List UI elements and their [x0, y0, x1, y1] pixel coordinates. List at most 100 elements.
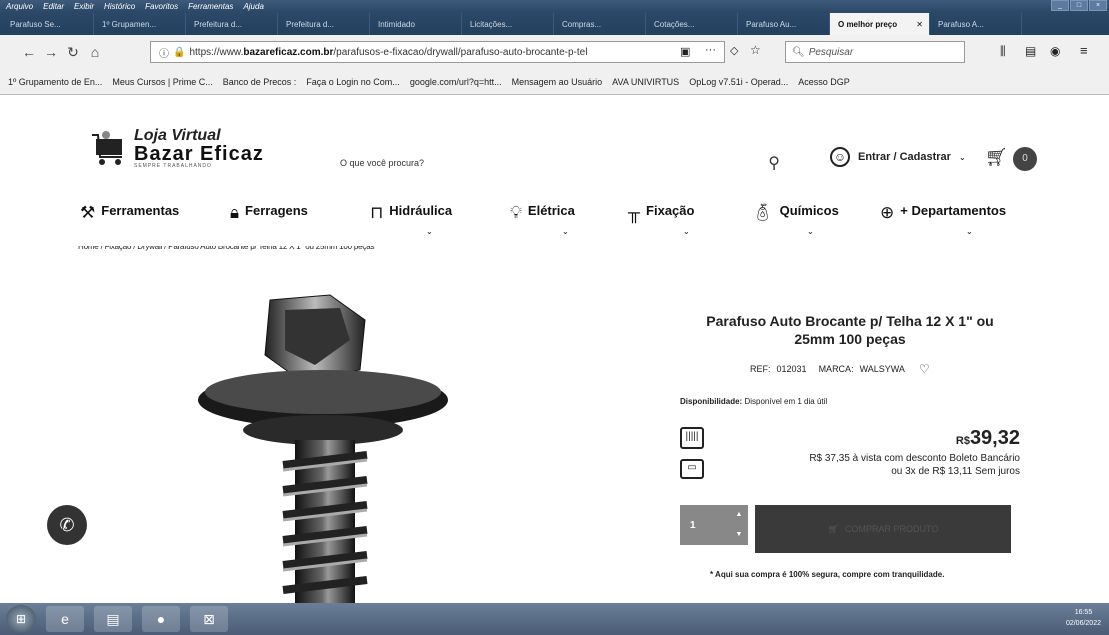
tab-label: Prefeitura d...	[286, 19, 335, 29]
close-tab-icon[interactable]: ✕	[916, 20, 923, 29]
pocket-icon[interactable]: ◇	[730, 44, 738, 57]
logo-line-2: Bazar Eficaz	[134, 143, 264, 165]
reload-icon[interactable]: ↻	[62, 44, 84, 61]
bookmark-star-icon[interactable]: ☆	[750, 43, 761, 57]
bookmark-item[interactable]: 1º Grupamento de En...	[8, 77, 102, 87]
site-search-input[interactable]: O que você procura? ⚲	[340, 150, 780, 176]
bookmark-item[interactable]: Meus Cursos | Prime C...	[112, 77, 212, 87]
quantity-value: 1	[690, 519, 696, 531]
firefox-icon[interactable]: ●	[142, 606, 180, 632]
chevron-down-icon: ⌄	[807, 227, 814, 236]
file-explorer-icon[interactable]: ▤	[94, 606, 132, 632]
minimize-button[interactable]: _	[1051, 0, 1069, 11]
close-window-button[interactable]: ×	[1089, 0, 1107, 11]
brand-label: MARCA:	[818, 364, 854, 374]
spray-icon: 🧴︎	[752, 203, 774, 222]
browser-tab[interactable]: Parafuso A...	[930, 13, 1022, 35]
back-icon[interactable]: ←	[18, 44, 40, 60]
bulb-icon: 💡︎	[510, 203, 522, 222]
site-logo[interactable]: Loja Virtual Bazar Eficaz SEMPRE TRABALH…	[90, 127, 264, 169]
bookmark-item[interactable]: AVA UNIVIRTUS	[612, 77, 679, 87]
browser-tab[interactable]: Prefeitura d...	[278, 13, 370, 35]
lock-icon: 🔒︎	[230, 203, 240, 222]
product-price: R$39,32	[956, 427, 1020, 450]
browser-tab[interactable]: Parafuso Se...	[2, 13, 94, 35]
home-icon[interactable]: ⌂	[84, 44, 106, 60]
category-departamentos[interactable]: ⊕ + Departamentos ⌄	[880, 203, 1006, 236]
bookmark-item[interactable]: OpLog v7.51i - Operad...	[689, 77, 788, 87]
more-icon[interactable]: ···	[705, 44, 716, 56]
clock-time: 16:55	[1074, 609, 1093, 616]
browser-tab[interactable]: Compras...	[554, 13, 646, 35]
url-bar[interactable]: ⓘ 🔒 https://www. bazareficaz.com.br/paraf…	[150, 41, 725, 63]
hammer-icon: ⚒	[80, 203, 96, 222]
category-ferramentas[interactable]: ⚒ Ferramentas	[80, 203, 179, 223]
menu-favoritos[interactable]: Favoritos	[145, 2, 178, 11]
reader-view-icon[interactable]: ▣	[680, 45, 690, 58]
system-clock[interactable]: 16:55 02/06/2022	[1066, 607, 1101, 629]
cart-icon[interactable]: 🛒︎	[985, 147, 1008, 168]
tab-label: Compras...	[562, 19, 602, 29]
web-page: Loja Virtual Bazar Eficaz SEMPRE TRABALH…	[0, 95, 1109, 605]
forward-icon[interactable]: →	[40, 44, 62, 60]
menu-exibir[interactable]: Exibir	[74, 2, 94, 11]
login-button[interactable]: ☺ Entrar / Cadastrar ⌄	[830, 147, 966, 167]
category-ferragens[interactable]: 🔒︎ Ferragens	[230, 203, 308, 223]
login-label: Entrar / Cadastrar	[858, 151, 951, 163]
chevron-down-icon[interactable]: ▼	[732, 525, 746, 545]
menu-editar[interactable]: Editar	[43, 2, 64, 11]
category-eletrica[interactable]: 💡︎ Elétrica ⌄	[510, 203, 575, 236]
credit-card-icon: ▭	[680, 459, 704, 479]
site-info-icon[interactable]: ⓘ	[159, 45, 169, 60]
window-controls: _ □ ×	[1051, 0, 1107, 11]
bookmark-item[interactable]: Banco de Precos :	[223, 77, 297, 87]
taskbar: ⊞ e ▤ ● ⊠ 16:55 02/06/2022	[0, 603, 1109, 635]
browser-tab[interactable]: Parafuso Au...	[738, 13, 830, 35]
browser-search-input[interactable]: 🔍︎ Pesquisar	[785, 41, 965, 63]
clock-date: 02/06/2022	[1065, 620, 1101, 627]
brand-value: WALSYWA	[859, 364, 905, 374]
search-icon: 🔍︎	[792, 46, 805, 58]
category-quimicos[interactable]: 🧴︎ Químicos ⌄	[752, 203, 839, 236]
price-value: 39,32	[969, 427, 1020, 449]
chevron-up-icon[interactable]: ▲	[732, 505, 746, 525]
library-icon[interactable]: ⫼	[1000, 44, 1006, 59]
buy-label: COMPRAR PRODUTO	[845, 524, 939, 534]
maximize-button[interactable]: □	[1070, 0, 1088, 11]
url-domain: bazareficaz.com.br	[243, 46, 334, 58]
bookmark-item[interactable]: Acesso DGP	[798, 77, 850, 87]
product-image[interactable]	[15, 280, 675, 605]
menu-ajuda[interactable]: Ajuda	[243, 2, 263, 11]
category-hidraulica[interactable]: ⊓ Hidráulica ⌄	[370, 203, 452, 236]
extension-icon[interactable]: ◉	[1050, 44, 1060, 58]
bookmark-item[interactable]: Faça o Login no Com...	[306, 77, 400, 87]
category-fixacao[interactable]: ╥ Fixação ⌄	[628, 203, 694, 236]
start-button[interactable]: ⊞	[6, 605, 36, 633]
buy-button[interactable]: 🛒︎ COMPRAR PRODUTO	[755, 505, 1011, 553]
browser-tab[interactable]: Intimidado	[370, 13, 462, 35]
quantity-stepper[interactable]: ▲ ▼	[732, 505, 746, 545]
url-path: /parafusos-e-fixacao/drywall/parafuso-au…	[333, 46, 588, 58]
bookmark-item[interactable]: google.com/url?q=htt...	[410, 77, 502, 87]
menu-arquivo[interactable]: Arquivo	[6, 2, 33, 11]
whatsapp-icon[interactable]: ✆	[47, 505, 87, 545]
plus-circle-icon: ⊕	[880, 203, 895, 222]
menu-historico[interactable]: Histórico	[104, 2, 135, 11]
search-icon[interactable]: ⚲	[768, 153, 780, 173]
browser-tab[interactable]: Cotações...	[646, 13, 738, 35]
chevron-down-icon: ⌄	[562, 227, 569, 236]
browser-tab[interactable]: 1º Grupamen...	[94, 13, 186, 35]
browser-tab[interactable]: Licitações...	[462, 13, 554, 35]
bookmark-item[interactable]: Mensagem ao Usuário	[512, 77, 603, 87]
installments-info: ou 3x de R$ 13,11 Sem juros	[891, 466, 1020, 477]
internet-explorer-icon[interactable]: e	[46, 606, 84, 632]
app-icon[interactable]: ⊠	[190, 606, 228, 632]
browser-tab[interactable]: Prefeitura d...	[186, 13, 278, 35]
url-prefix: https://www.	[189, 46, 244, 58]
sidebar-icon[interactable]: ▤	[1025, 44, 1036, 58]
menu-ferramentas[interactable]: Ferramentas	[188, 2, 233, 11]
shopping-cart-logo-icon	[92, 131, 122, 165]
heart-icon[interactable]: ♡	[919, 362, 930, 376]
menu-icon[interactable]: ≡	[1080, 43, 1088, 58]
browser-tab-active[interactable]: O melhor preço ✕	[830, 13, 930, 35]
